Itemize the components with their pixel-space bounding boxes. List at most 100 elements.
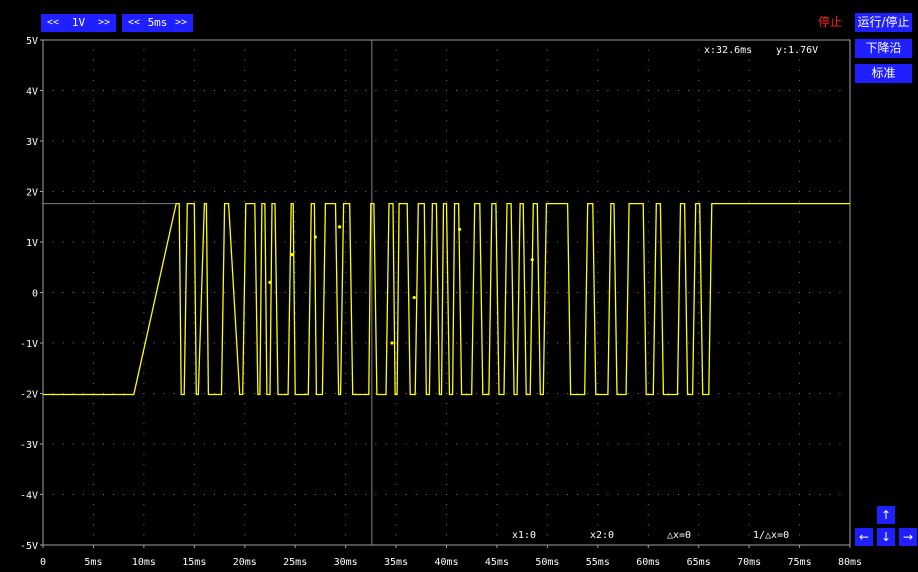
grid-dot — [345, 403, 347, 405]
grid-dot — [92, 150, 94, 152]
grid-dot — [799, 231, 801, 233]
grid-dot — [193, 281, 195, 283]
grid-dot — [597, 302, 599, 304]
grid-dot — [788, 544, 790, 546]
time-scale-decrease-button[interactable]: << — [128, 14, 140, 32]
grid-dot — [637, 494, 639, 495]
grid-dot — [395, 403, 397, 405]
grid-dot — [143, 241, 145, 243]
grid-dot — [143, 544, 145, 546]
grid-dot — [647, 241, 649, 243]
grid-dot — [688, 494, 690, 495]
grid-dot — [123, 191, 125, 192]
grid-dot — [274, 140, 276, 142]
grid-dot — [163, 191, 165, 192]
grid-dot — [294, 130, 296, 132]
grid-dot — [748, 281, 750, 283]
grid-dot — [193, 463, 195, 465]
grid-dot — [526, 544, 528, 546]
grid-dot — [213, 140, 215, 142]
grid-dot — [92, 130, 94, 132]
grid-dot — [335, 140, 337, 142]
left-arrow-icon[interactable]: ← — [855, 528, 873, 546]
grid-dot — [435, 241, 437, 243]
grid-dot — [395, 393, 397, 394]
grid-dot — [264, 39, 266, 41]
acquisition-status: 停止 — [818, 15, 843, 29]
volt-scale-control[interactable]: << 1V >> — [41, 14, 116, 32]
grid-dot — [708, 393, 710, 394]
grid-dot — [799, 191, 801, 192]
grid-dot — [42, 413, 44, 415]
standard-button[interactable]: 标准 — [855, 64, 912, 83]
grid-dot — [224, 90, 226, 91]
grid-dot — [345, 201, 347, 203]
grid-dot — [748, 49, 750, 51]
grid-dot — [173, 544, 175, 546]
grid-dot — [516, 39, 518, 41]
grid-dot — [173, 342, 175, 344]
grid-dot — [103, 544, 105, 546]
grid-dot — [556, 342, 558, 344]
grid-dot — [405, 191, 407, 192]
grid-dot — [193, 544, 195, 546]
grid-dot — [314, 191, 316, 192]
grid-dot — [294, 231, 296, 233]
grid-dot — [244, 281, 246, 283]
grid-dot — [143, 241, 145, 243]
falling-edge-button[interactable]: 下降沿 — [855, 39, 912, 58]
grid-dot — [788, 241, 790, 243]
grid-dot — [516, 494, 518, 495]
grid-dot — [829, 544, 831, 546]
grid-dot — [395, 423, 397, 425]
grid-dot — [788, 342, 790, 344]
grid-dot — [647, 352, 649, 354]
grid-dot — [82, 39, 84, 41]
grid-dot — [496, 180, 498, 182]
time-scale-increase-button[interactable]: >> — [175, 14, 187, 32]
grid-dot — [62, 241, 64, 243]
time-scale-control[interactable]: << 5ms >> — [122, 14, 193, 32]
grid-dot — [728, 241, 730, 243]
grid-dot — [799, 453, 801, 455]
waveform-plot[interactable]: 5V4V3V2V1V0-1V-2V-3V-4V-5V 0 5ms 10ms 15ms 2… — [0, 0, 918, 572]
grid-dot — [446, 39, 447, 41]
grid-dot — [758, 494, 760, 495]
grid-dot — [597, 312, 599, 314]
grid-dot — [415, 443, 417, 445]
grid-dot — [849, 463, 851, 465]
grid-dot — [506, 544, 508, 546]
grid-dot — [556, 292, 558, 293]
grid-dot — [274, 342, 276, 344]
grid-dot — [143, 504, 145, 506]
grid-dot — [597, 413, 599, 415]
up-arrow-icon[interactable]: ↑ — [877, 506, 895, 524]
down-arrow-icon[interactable]: ↓ — [877, 528, 895, 546]
grid-dot — [788, 90, 790, 91]
grid-dot — [335, 544, 337, 546]
grid-dot — [698, 221, 700, 223]
volt-scale-decrease-button[interactable]: << — [47, 14, 59, 32]
grid-dot — [768, 443, 770, 445]
right-arrow-icon[interactable]: → — [899, 528, 917, 546]
grid-dot — [809, 39, 811, 41]
grid-dot — [748, 211, 750, 213]
grid-dot — [849, 261, 851, 263]
y-tick-label: 1V — [26, 238, 38, 249]
run-stop-button[interactable]: 运行/停止 — [855, 13, 912, 32]
grid-dot — [546, 180, 548, 182]
volt-scale-increase-button[interactable]: >> — [98, 14, 110, 32]
grid-dot — [123, 241, 125, 243]
grid-dot — [244, 423, 246, 425]
grid-dot — [92, 292, 94, 293]
grid-dot — [738, 292, 740, 293]
grid-dot — [294, 393, 296, 394]
grid-dot — [829, 241, 831, 243]
grid-dot — [849, 59, 851, 61]
grid-dot — [546, 352, 548, 354]
grid-dot — [587, 241, 589, 243]
grid-dot — [597, 362, 599, 364]
grid-dot — [365, 393, 367, 394]
grid-dot — [718, 292, 720, 293]
grid-dot — [395, 342, 397, 344]
